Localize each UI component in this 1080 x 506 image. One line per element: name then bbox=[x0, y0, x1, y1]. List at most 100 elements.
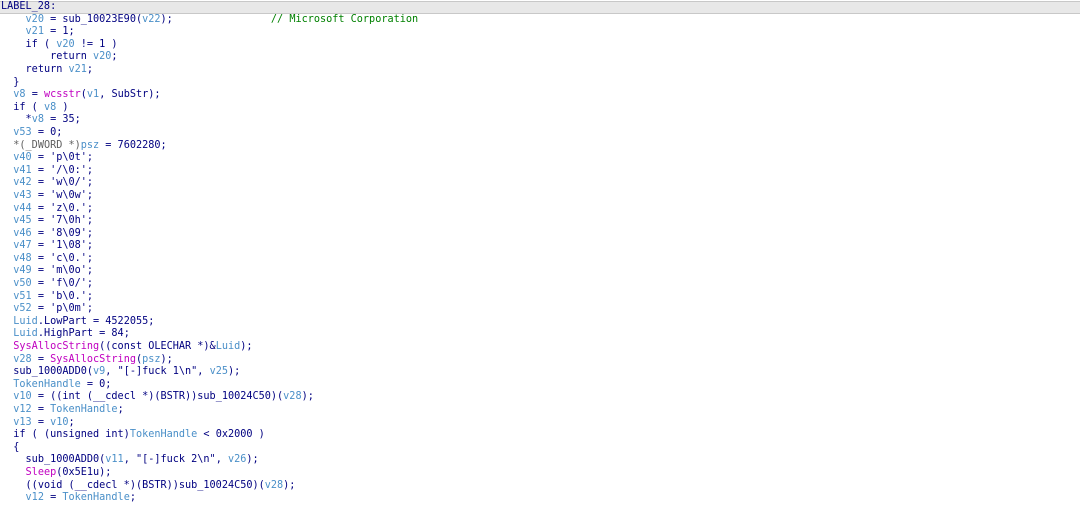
code-line[interactable]: v47 = '1\08'; bbox=[0, 240, 1080, 253]
identifier[interactable]: v8 bbox=[13, 89, 25, 100]
code-line-current[interactable]: LABEL_28: bbox=[0, 1, 1080, 14]
identifier[interactable]: v52 bbox=[13, 303, 31, 314]
code-line[interactable]: v8 = wcsstr(v1, SubStr); bbox=[0, 89, 1080, 102]
code-token: = 'w\0w'; bbox=[31, 189, 94, 201]
code-line[interactable]: ((void (__cdecl *)(BSTR))sub_10024C50)(v… bbox=[0, 480, 1080, 493]
code-line[interactable]: v45 = '7\0h'; bbox=[0, 215, 1080, 228]
identifier[interactable]: v28 bbox=[283, 391, 301, 402]
identifier[interactable]: v11 bbox=[105, 454, 123, 465]
code-line[interactable]: Luid.LowPart = 4522055; bbox=[0, 316, 1080, 329]
identifier[interactable]: v47 bbox=[13, 240, 31, 251]
identifier[interactable]: v48 bbox=[13, 253, 31, 264]
imported-function[interactable]: wcsstr bbox=[44, 89, 81, 100]
identifier[interactable]: v21 bbox=[26, 26, 44, 37]
code-token: ); bbox=[240, 341, 253, 353]
code-line[interactable]: { bbox=[0, 442, 1080, 455]
identifier[interactable]: v12 bbox=[26, 492, 44, 503]
identifier[interactable]: v8 bbox=[32, 114, 44, 125]
code-line[interactable]: *v8 = 35; bbox=[0, 114, 1080, 127]
identifier[interactable]: v22 bbox=[142, 14, 160, 25]
identifier[interactable]: v1 bbox=[87, 89, 99, 100]
identifier[interactable]: v20 bbox=[56, 39, 74, 50]
code-token: = bbox=[31, 404, 51, 415]
identifier[interactable]: v51 bbox=[13, 291, 31, 302]
identifier[interactable]: v44 bbox=[13, 203, 31, 214]
code-token: = sub_10023E90( bbox=[43, 13, 143, 25]
code-line[interactable]: v42 = 'w\0/'; bbox=[0, 177, 1080, 190]
identifier[interactable]: v21 bbox=[68, 64, 86, 75]
identifier[interactable]: psz bbox=[142, 354, 160, 365]
identifier[interactable]: v50 bbox=[13, 278, 31, 289]
code-line[interactable]: sub_1000ADD0(v9, "[-]fuck 1\n", v25); bbox=[0, 366, 1080, 379]
imported-function[interactable]: SysAllocString bbox=[13, 341, 99, 352]
identifier[interactable]: v40 bbox=[13, 152, 31, 163]
code-line[interactable]: v12 = TokenHandle; bbox=[0, 492, 1080, 505]
identifier[interactable]: psz bbox=[81, 140, 99, 151]
code-line[interactable]: v10 = ((int (__cdecl *)(BSTR))sub_10024C… bbox=[0, 391, 1080, 404]
code-line[interactable]: SysAllocString((const OLECHAR *)&Luid); bbox=[0, 341, 1080, 354]
code-token: = 'p\0m'; bbox=[31, 303, 94, 315]
imported-function[interactable]: SysAllocString bbox=[50, 354, 136, 365]
code-line[interactable]: sub_1000ADD0(v11, "[-]fuck 2\n", v26); bbox=[0, 454, 1080, 467]
code-line[interactable]: v20 = sub_10023E90(v22); // Microsoft Co… bbox=[0, 14, 1080, 27]
identifier[interactable]: Luid bbox=[13, 316, 38, 327]
code-line[interactable]: v49 = 'm\0o'; bbox=[0, 265, 1080, 278]
code-line[interactable]: *(_DWORD *)psz = 7602280; bbox=[0, 140, 1080, 153]
code-line[interactable]: v12 = TokenHandle; bbox=[0, 404, 1080, 417]
identifier[interactable]: TokenHandle bbox=[130, 429, 197, 440]
identifier[interactable]: v42 bbox=[13, 177, 31, 188]
identifier[interactable]: v20 bbox=[26, 14, 44, 25]
comment-gap bbox=[173, 14, 271, 25]
identifier[interactable]: v53 bbox=[13, 127, 31, 138]
identifier[interactable]: TokenHandle bbox=[13, 379, 80, 390]
identifier[interactable]: v20 bbox=[93, 51, 111, 62]
identifier[interactable]: Luid bbox=[216, 341, 241, 352]
pseudocode-view[interactable]: LABEL_28: v20 = sub_10023E90(v22); // Mi… bbox=[0, 0, 1080, 506]
code-line[interactable]: v53 = 0; bbox=[0, 127, 1080, 140]
identifier[interactable]: v41 bbox=[13, 165, 31, 176]
identifier[interactable]: v49 bbox=[13, 265, 31, 276]
identifier[interactable]: v43 bbox=[13, 190, 31, 201]
code-line[interactable]: } bbox=[0, 77, 1080, 90]
identifier[interactable]: v45 bbox=[13, 215, 31, 226]
code-line[interactable]: v41 = '/\0:'; bbox=[0, 165, 1080, 178]
code-line[interactable]: Luid.HighPart = 84; bbox=[0, 328, 1080, 341]
code-line[interactable]: Sleep(0x5E1u); bbox=[0, 467, 1080, 480]
code-line[interactable]: v13 = v10; bbox=[0, 417, 1080, 430]
identifier[interactable]: v46 bbox=[13, 228, 31, 239]
code-line[interactable]: v43 = 'w\0w'; bbox=[0, 190, 1080, 203]
identifier[interactable]: v10 bbox=[50, 417, 68, 428]
code-line[interactable]: TokenHandle = 0; bbox=[0, 379, 1080, 392]
identifier[interactable]: v8 bbox=[44, 102, 56, 113]
code-line[interactable]: v48 = 'c\0.'; bbox=[0, 253, 1080, 266]
code-line[interactable]: v52 = 'p\0m'; bbox=[0, 303, 1080, 316]
identifier[interactable]: v26 bbox=[228, 454, 246, 465]
identifier[interactable]: Luid bbox=[13, 328, 38, 339]
code-line[interactable]: v46 = '8\09'; bbox=[0, 228, 1080, 241]
identifier[interactable]: TokenHandle bbox=[62, 492, 129, 503]
code-line[interactable]: v50 = 'f\0/'; bbox=[0, 278, 1080, 291]
code-line[interactable]: if ( (unsigned int)TokenHandle < 0x2000 … bbox=[0, 429, 1080, 442]
identifier[interactable]: TokenHandle bbox=[50, 404, 117, 415]
code-line[interactable]: if ( v8 ) bbox=[0, 102, 1080, 115]
code-line[interactable]: v21 = 1; bbox=[0, 26, 1080, 39]
code-line[interactable]: if ( v20 != 1 ) bbox=[0, 39, 1080, 52]
identifier[interactable]: v9 bbox=[93, 366, 105, 377]
code-line[interactable]: v28 = SysAllocString(psz); bbox=[0, 354, 1080, 367]
code-line[interactable]: return v20; bbox=[0, 51, 1080, 64]
imported-function[interactable]: Sleep bbox=[26, 467, 57, 478]
identifier[interactable]: v25 bbox=[210, 366, 228, 377]
code-line[interactable]: v40 = 'p\0t'; bbox=[0, 152, 1080, 165]
code-token: = 'm\0o'; bbox=[31, 265, 94, 277]
identifier[interactable]: v12 bbox=[13, 404, 31, 415]
code-line[interactable]: v51 = 'b\0.'; bbox=[0, 291, 1080, 304]
code-line[interactable]: return v21; bbox=[0, 64, 1080, 77]
identifier[interactable]: v28 bbox=[265, 480, 283, 491]
code-line[interactable]: v44 = 'z\0.'; bbox=[0, 203, 1080, 216]
identifier[interactable]: v10 bbox=[13, 391, 31, 402]
identifier[interactable]: v28 bbox=[13, 354, 31, 365]
identifier[interactable]: v13 bbox=[13, 417, 31, 428]
